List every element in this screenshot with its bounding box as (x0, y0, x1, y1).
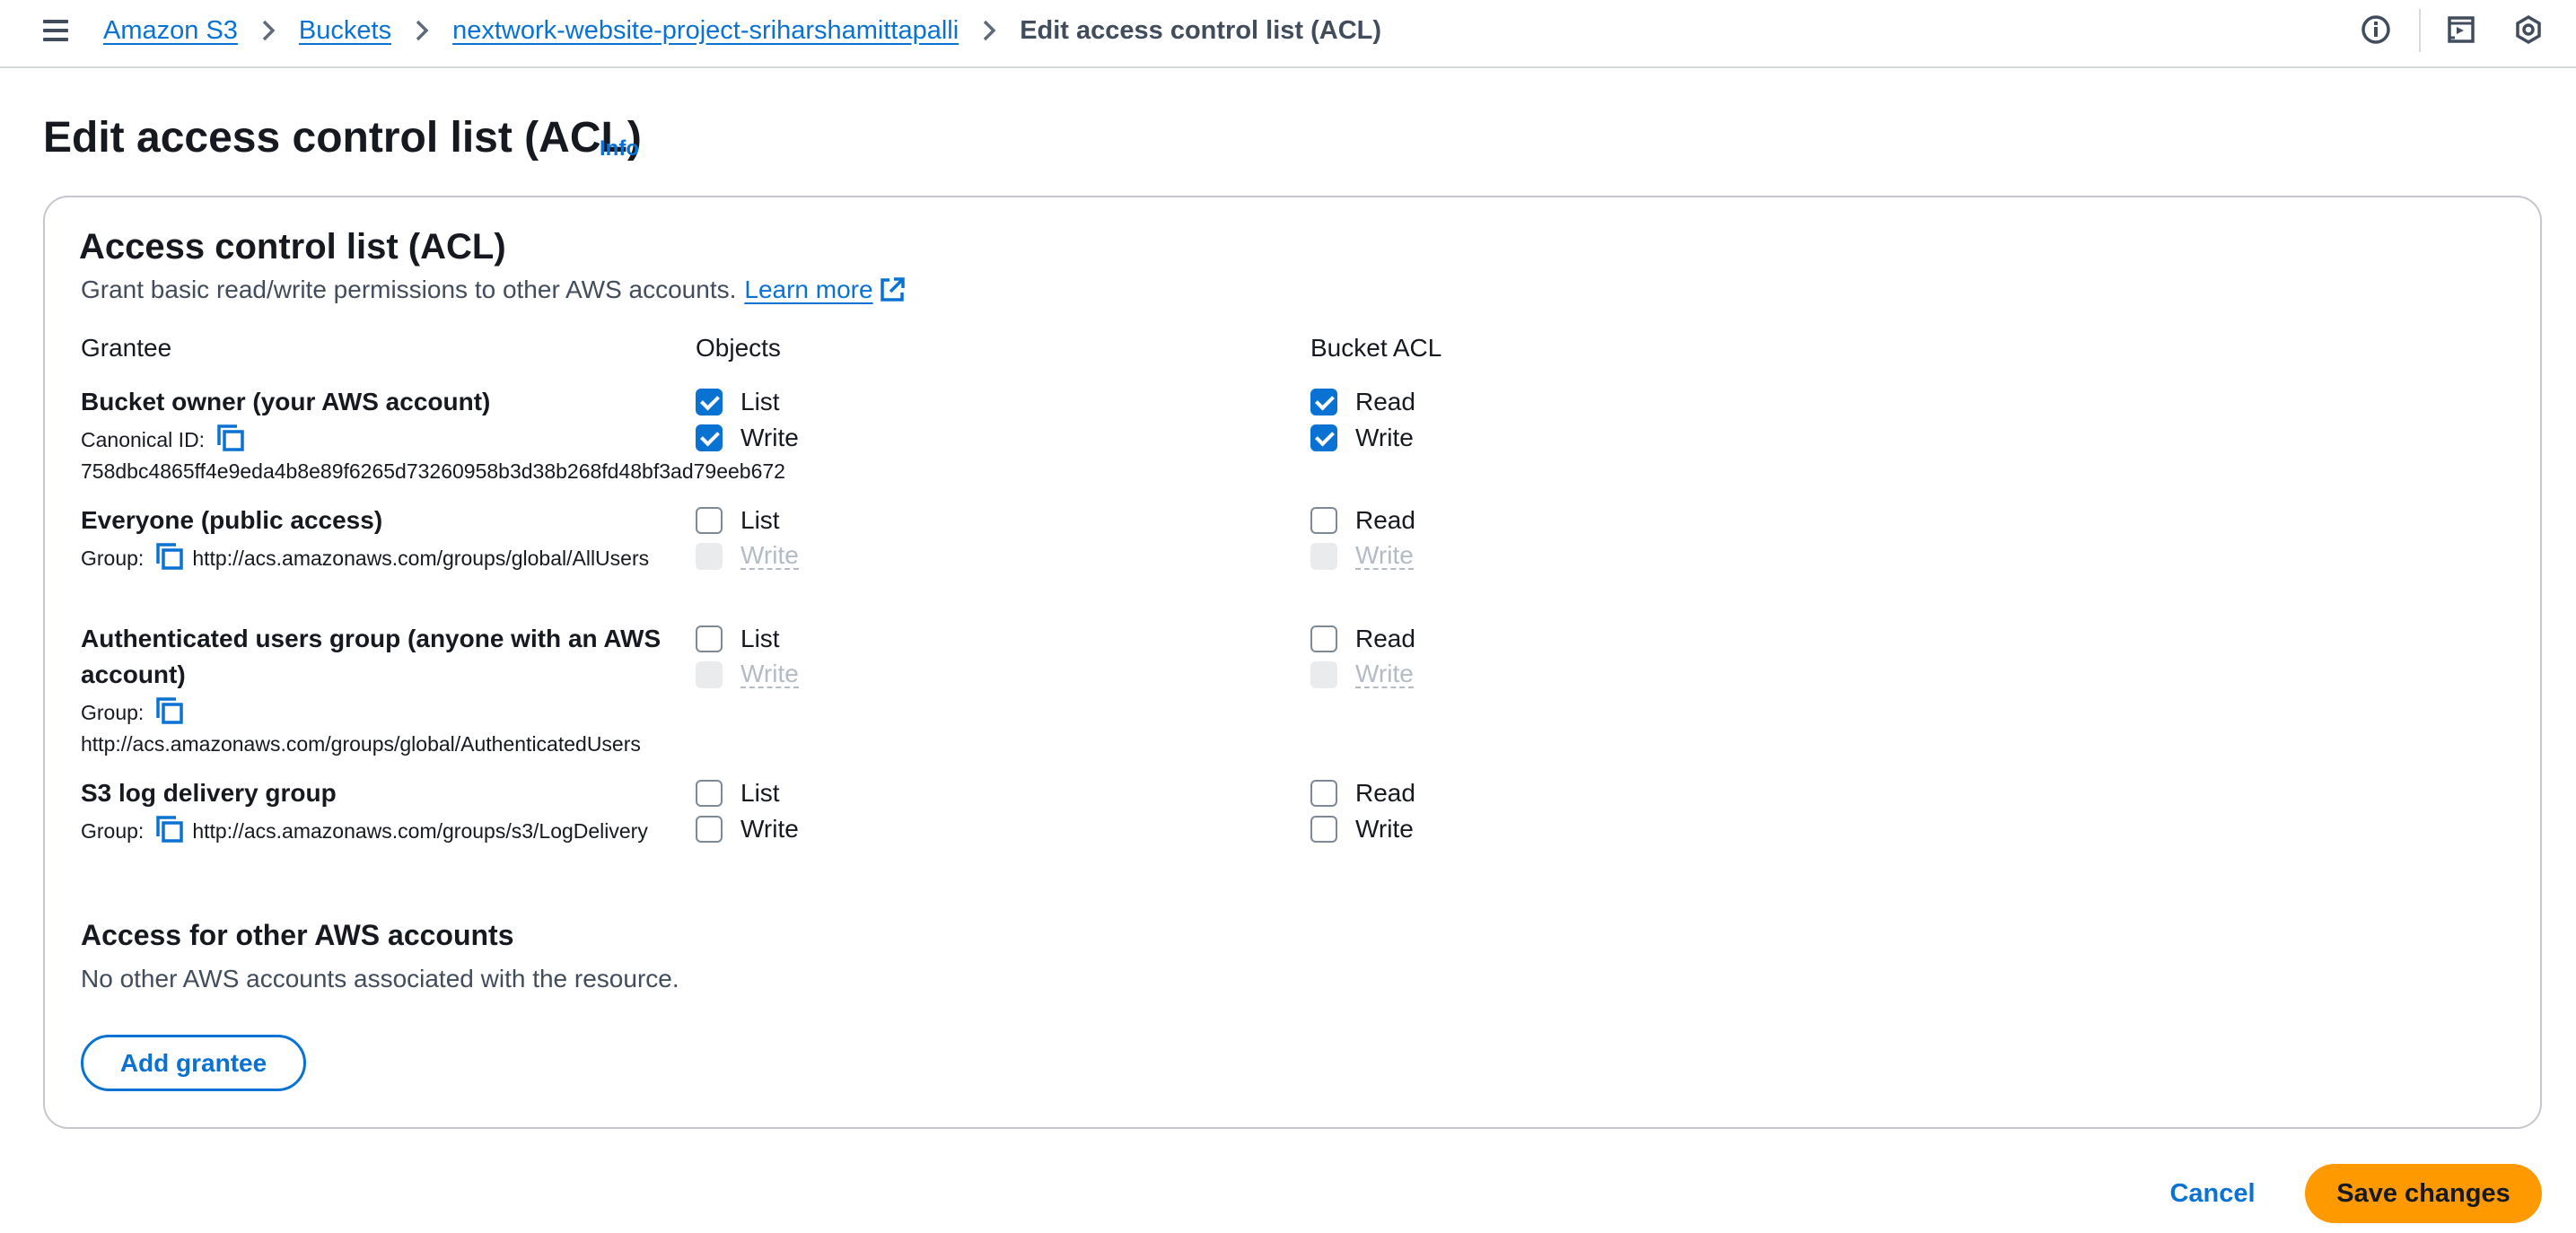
breadcrumb-buckets[interactable]: Buckets (299, 16, 391, 46)
grantee-id-log-delivery: Group: http://acs.amazonaws.com/groups/s3… (81, 815, 664, 847)
checkbox-bucket-write-bucket-owner[interactable]: Write (1310, 420, 1414, 456)
grantee-id-value: 758dbc4865ff4e9eda4b8e89f6265d73260958b3… (81, 459, 785, 483)
checkbox-label: List (740, 388, 780, 415)
breadcrumb: Amazon S3 Buckets nextwork-website-proje… (103, 13, 1381, 48)
checkbox-disabled (696, 661, 723, 688)
checkbox-label: Read (1355, 625, 1415, 652)
checkbox[interactable] (1310, 389, 1337, 415)
checkbox[interactable] (1310, 780, 1337, 807)
other-accounts-description: No other AWS accounts associated with th… (81, 965, 679, 993)
checkbox[interactable] (696, 424, 723, 451)
checkbox-label: Write (740, 541, 799, 570)
checkbox[interactable] (696, 780, 723, 807)
external-link-icon[interactable] (879, 276, 906, 303)
acl-description: Grant basic read/write permissions to ot… (81, 275, 906, 304)
grantee-id-bucket-owner: Canonical ID: 758dbc4865ff4e9eda4b8e89f62… (81, 424, 785, 487)
checkbox[interactable] (1310, 507, 1337, 534)
grantee-name-bucket-owner: Bucket owner (your AWS account) (81, 388, 491, 415)
chevron-right-icon (414, 18, 430, 43)
copy-icon[interactable] (154, 542, 185, 571)
header-divider (2419, 9, 2421, 52)
cancel-button[interactable]: Cancel (2159, 1164, 2266, 1223)
checkbox-objects-write-authenticated: Write (696, 657, 799, 693)
checkbox[interactable] (696, 389, 723, 415)
checkbox-label: Write (1355, 541, 1414, 570)
grantee-id-label: Group: (81, 701, 145, 724)
checkbox-label: Write (740, 424, 799, 451)
checkbox-disabled (1310, 661, 1337, 688)
save-changes-button[interactable]: Save changes (2305, 1164, 2542, 1223)
chevron-right-icon (981, 18, 997, 43)
checkbox-label: Write (740, 660, 799, 688)
column-header-grantee: Grantee (81, 334, 172, 362)
checkbox[interactable] (696, 507, 723, 534)
grantee-id-label: Group: (81, 547, 145, 570)
grantee-name-log-delivery: S3 log delivery group (81, 779, 337, 807)
checkbox-objects-write-everyone: Write (696, 538, 799, 574)
checkbox-objects-list-bucket-owner[interactable]: List (696, 384, 780, 420)
checkbox[interactable] (1310, 625, 1337, 652)
top-navigation-bar: Amazon S3 Buckets nextwork-website-proje… (0, 0, 2576, 68)
grantee-id-label: Canonical ID: (81, 428, 206, 451)
checkbox-label: Read (1355, 506, 1415, 534)
checkbox-objects-write-bucket-owner[interactable]: Write (696, 420, 799, 456)
grantee-name-everyone: Everyone (public access) (81, 506, 383, 534)
info-circle-icon[interactable] (2361, 14, 2391, 45)
column-header-bucket-acl: Bucket ACL (1310, 334, 1442, 362)
acl-section-title: Access control list (ACL) (79, 227, 506, 267)
checkbox-label: List (740, 506, 780, 534)
checkbox-objects-write-log-delivery[interactable]: Write (696, 811, 799, 847)
grantee-id-label: Group: (81, 819, 145, 843)
checkbox-label: Write (1355, 660, 1414, 688)
learn-more-link[interactable]: Learn more (744, 275, 872, 304)
checkbox-bucket-write-authenticated: Write (1310, 657, 1414, 693)
checkbox[interactable] (696, 625, 723, 652)
menu-hamburger-icon[interactable] (39, 16, 72, 45)
checkbox-bucket-read-bucket-owner[interactable]: Read (1310, 384, 1415, 420)
chevron-right-icon (260, 18, 276, 43)
checkbox-bucket-write-everyone: Write (1310, 538, 1414, 574)
checkbox[interactable] (1310, 816, 1337, 843)
checkbox-label: Read (1355, 779, 1415, 807)
column-header-objects: Objects (696, 334, 781, 362)
checkbox-bucket-write-log-delivery[interactable]: Write (1310, 811, 1414, 847)
grantee-id-value: http://acs.amazonaws.com/groups/s3/LogDe… (192, 819, 648, 843)
checkbox-bucket-read-everyone[interactable]: Read (1310, 503, 1415, 538)
checkbox-disabled (1310, 543, 1337, 570)
notifications-panel-icon[interactable] (2446, 14, 2476, 45)
breadcrumb-amazon-s3[interactable]: Amazon S3 (103, 16, 238, 46)
acl-description-text: Grant basic read/write permissions to ot… (81, 275, 737, 303)
grantee-name-authenticated-users: Authenticated users group (anyone with a… (81, 625, 662, 688)
breadcrumb-current: Edit access control list (ACL) (1020, 15, 1382, 45)
checkbox-disabled (696, 543, 723, 570)
settings-hexagon-icon[interactable] (2513, 14, 2544, 45)
copy-icon[interactable] (215, 424, 246, 452)
breadcrumb-bucket-name[interactable]: nextwork-website-project-sriharshamittap… (452, 16, 959, 46)
checkbox-objects-list-log-delivery[interactable]: List (696, 775, 780, 811)
checkbox-label: Write (1355, 424, 1414, 451)
info-link[interactable]: Info (600, 136, 639, 162)
checkbox-objects-list-everyone[interactable]: List (696, 503, 780, 538)
grantee-id-value: http://acs.amazonaws.com/groups/global/A… (81, 732, 641, 756)
copy-icon[interactable] (154, 696, 185, 725)
checkbox-label: Write (1355, 815, 1414, 843)
checkbox-label: List (740, 779, 780, 807)
checkbox[interactable] (1310, 424, 1337, 451)
grantee-id-authenticated-users: Group: http://acs.amazonaws.com/groups/gl… (81, 696, 664, 760)
add-grantee-button[interactable]: Add grantee (81, 1035, 306, 1091)
other-accounts-title: Access for other AWS accounts (81, 919, 514, 951)
checkbox-bucket-read-log-delivery[interactable]: Read (1310, 775, 1415, 811)
checkbox-objects-list-authenticated[interactable]: List (696, 621, 780, 657)
checkbox-bucket-read-authenticated[interactable]: Read (1310, 621, 1415, 657)
checkbox-label: Read (1355, 388, 1415, 415)
checkbox[interactable] (696, 816, 723, 843)
grantee-id-value: http://acs.amazonaws.com/groups/global/A… (192, 547, 650, 570)
page-title: Edit access control list (ACL) (43, 114, 642, 162)
grantee-id-everyone: Group: http://acs.amazonaws.com/groups/gl… (81, 542, 664, 574)
copy-icon[interactable] (154, 815, 185, 844)
checkbox-label: Write (740, 815, 799, 843)
checkbox-label: List (740, 625, 780, 652)
